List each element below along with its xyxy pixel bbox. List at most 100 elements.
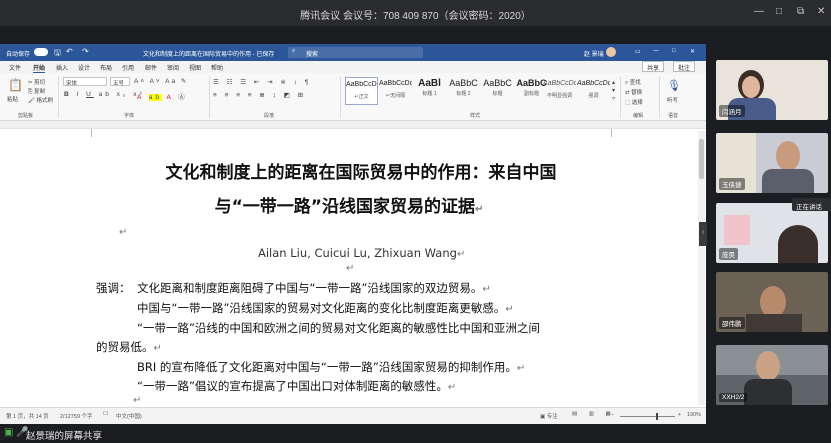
close-icon[interactable]: ✕ [690, 48, 695, 55]
style-no-spacing[interactable]: AaBbCcDc ↵无间隔 [379, 77, 412, 105]
language[interactable]: 中文(中国) [116, 412, 142, 420]
status-bar: 第 1 页，共 14 页 2/12759 个字 ☐ 中文(中国) ▣ 专注 ▤ … [0, 407, 706, 424]
copy-button[interactable]: ⎘ 复制 [28, 87, 45, 96]
tab-layout[interactable]: 布局 [100, 63, 112, 72]
cut-button[interactable]: ✂ 剪切 [28, 78, 45, 86]
tab-insert[interactable]: 插入 [56, 63, 68, 72]
paste-button[interactable]: 粘贴 [7, 95, 18, 103]
restore-icon[interactable]: ⧉ [797, 6, 804, 17]
ribbon-separator [209, 76, 210, 118]
authors-text: Ailan Liu, Cuicui Lu, Zhixuan Wang [258, 246, 457, 260]
find-button[interactable]: ⌕ 查找 [625, 78, 641, 87]
maximize-icon[interactable]: □ [672, 48, 676, 54]
document-area[interactable]: 文化和制度上的距离在国际贸易中的作用：来自中国 与“一带一路”沿线国家贸易的证据… [0, 121, 706, 407]
font-grow-shrink-buttons[interactable]: A˄ A˅ Aa ✎ [134, 77, 188, 85]
collapse-sidebar-button[interactable]: ‹ [699, 222, 707, 246]
group-label-font: 字体 [124, 113, 135, 119]
participant-tile[interactable]: 玉侠捷 [716, 133, 828, 193]
font-format-buttons[interactable]: B I U ab x₂ x² [64, 91, 145, 98]
scrollbar-thumb[interactable] [699, 139, 704, 179]
format-painter-button[interactable]: 🖌 格式刷 [28, 96, 53, 104]
style-heading-1[interactable]: AaBl 标题 1 [413, 77, 446, 105]
participant-name: 邵伟鹏 [719, 317, 745, 329]
person-head [778, 225, 818, 263]
participants-panel: 闫涵月 玉侠捷 庞昊 邵伟鹏 XXH2/2 [712, 60, 831, 422]
highlights-label: 强调： [96, 281, 131, 295]
user-name[interactable]: 赵 景瑞 [584, 49, 604, 58]
style-name: 强调 [588, 93, 599, 99]
autosave-label[interactable]: 自动保存 [6, 49, 30, 58]
microphone-icon[interactable]: 🎙 [667, 79, 681, 92]
format-painter-label: 格式刷 [36, 98, 54, 104]
zoom-slider-handle[interactable] [656, 413, 658, 420]
style-normal[interactable]: AaBbCcDc ↵正文 [345, 77, 378, 105]
styles-scroll-icon[interactable]: ▴ ▾ ▿ [612, 79, 615, 103]
redo-icon[interactable]: ↷ [82, 47, 89, 56]
view-mode-buttons[interactable]: ▤ ▥ ▦ [572, 411, 616, 417]
ribbon-display-icon[interactable]: ▭ [635, 48, 641, 55]
paper-title-line-2: 与“一带一路”沿线国家贸易的证据↵ [0, 192, 702, 217]
word-count[interactable]: 2/12759 个字 [60, 412, 92, 420]
zoom-in-icon[interactable]: + [678, 412, 681, 418]
tab-review[interactable]: 审阅 [167, 63, 179, 72]
proofing-icon[interactable]: ☐ [103, 411, 108, 417]
paragraph-mark: ↵ [516, 363, 526, 374]
authors: Ailan Liu, Cuicui Lu, Zhixuan Wang↵ [258, 246, 465, 260]
replace-button[interactable]: ⇄ 替换 [625, 88, 642, 96]
font-size-select[interactable]: 五号 [110, 77, 130, 87]
select-label: 选择 [631, 100, 643, 106]
zoom-out-icon[interactable]: − [611, 412, 614, 418]
style-preview: AaBbCcDc [577, 80, 610, 87]
tab-help[interactable]: 帮助 [211, 63, 223, 72]
save-icon[interactable]: 🖫 [54, 47, 61, 61]
avatar[interactable] [606, 47, 616, 57]
participant-tile[interactable]: 庞昊 [716, 203, 828, 263]
share-button[interactable]: 共享 [642, 61, 665, 72]
minimize-icon[interactable]: — [653, 48, 659, 54]
zoom-slider[interactable] [620, 413, 675, 420]
font-name-select[interactable]: 宋体 [63, 77, 107, 87]
person-body [746, 314, 802, 332]
tab-home[interactable]: 开始 [33, 63, 46, 73]
highlight-text: “一带一路”倡议的宣布提高了中国出口对体制距离的敏感性。 [137, 379, 448, 393]
style-subtle-emphasis[interactable]: AaBbCcDc 不明显强调 [543, 77, 576, 105]
comments-button[interactable]: 批注 [673, 61, 696, 72]
maximize-icon[interactable]: □ [776, 6, 782, 17]
participant-name: 玉侠捷 [719, 178, 745, 190]
close-icon[interactable]: ✕ [817, 6, 825, 17]
tab-mailings[interactable]: 邮件 [145, 63, 157, 72]
list-buttons[interactable]: ☰ ☷ ☲ ⇤ ⇥ ※ ↕ ¶ [213, 78, 311, 86]
tab-references[interactable]: 引用 [122, 63, 134, 72]
undo-icon[interactable]: ↶ [66, 47, 73, 56]
highlight-item: BRI 的宣布降低了文化距离对中国与“一带一路”沿线国家贸易的抑制作用。↵ [137, 359, 525, 375]
font-name-value: 宋体 [66, 81, 78, 87]
participant-tile[interactable]: XXH2/2 [716, 345, 828, 405]
paste-icon[interactable]: 📋 [8, 78, 23, 92]
person-face [742, 76, 760, 98]
autosave-toggle[interactable] [34, 48, 48, 56]
tab-view[interactable]: 视图 [189, 63, 201, 72]
participant-tile[interactable]: 闫涵月 [716, 60, 828, 120]
group-label-editing: 编辑 [633, 113, 644, 119]
tab-design[interactable]: 设计 [78, 63, 90, 72]
select-button[interactable]: ⬚ 选择 [625, 98, 643, 106]
style-title[interactable]: AaBbC 标题 [481, 77, 514, 105]
style-heading-2[interactable]: AaBbC 标题 2 [447, 77, 480, 105]
tab-file[interactable]: 文件 [9, 63, 21, 72]
minimize-icon[interactable]: — [754, 6, 764, 17]
ribbon-separator [58, 76, 59, 118]
zoom-level[interactable]: 190% [687, 412, 701, 418]
style-emphasis[interactable]: AaBbCcDc 强调 [577, 77, 610, 105]
group-label-paragraph: 段落 [264, 113, 275, 119]
search-box[interactable]: ⌕ 搜索 [288, 47, 423, 58]
page-count[interactable]: 第 1 页，共 14 页 [6, 412, 49, 420]
style-preview: AaBbC [483, 78, 512, 88]
paragraph-mark: ↵ [505, 304, 514, 315]
focus-label: 专注 [546, 414, 558, 420]
font-color-buttons[interactable]: A ab A Ⓐ [137, 91, 188, 101]
participant-tile[interactable]: 邵伟鹏 [716, 272, 828, 332]
vertical-scrollbar[interactable] [698, 131, 705, 405]
dictate-button[interactable]: 听写 [667, 96, 678, 104]
focus-mode-button[interactable]: ▣ 专注 [540, 412, 558, 420]
align-buttons[interactable]: ≡ ≡ ≡ ≡ ≣ ↨ ◩ ⊞ [213, 91, 306, 99]
